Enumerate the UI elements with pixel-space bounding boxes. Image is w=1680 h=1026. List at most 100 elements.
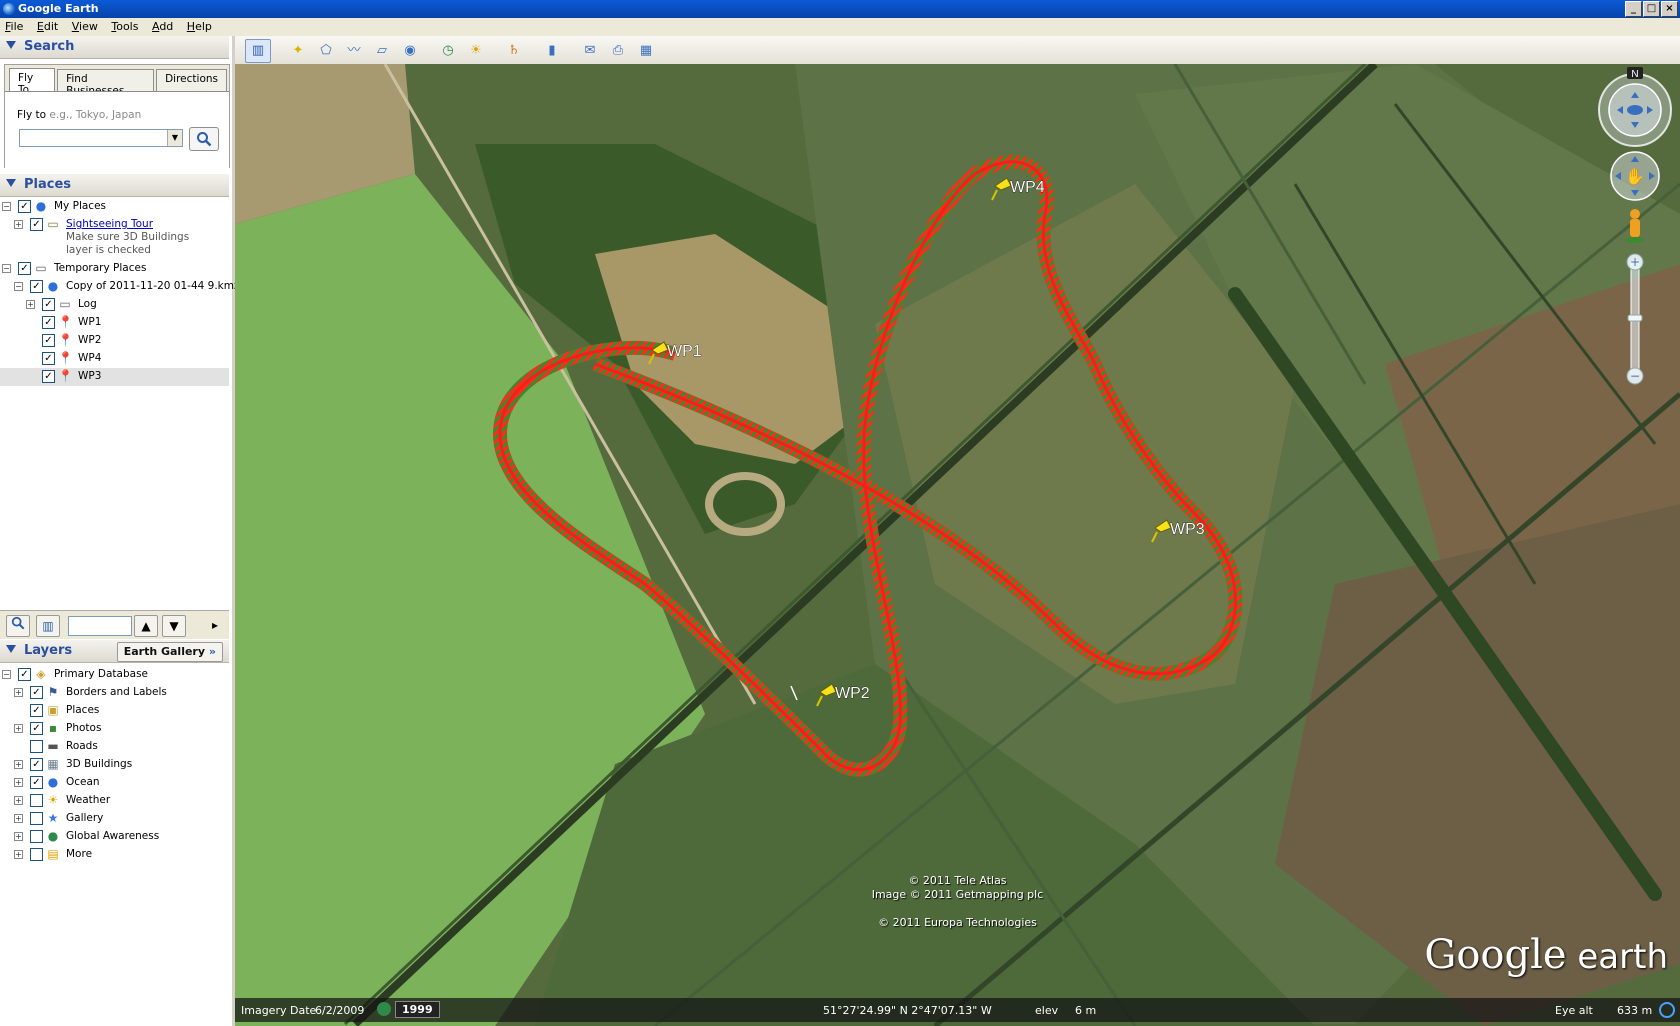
- more-arrow-button[interactable]: ▸: [206, 615, 224, 635]
- globe-icon: ●: [47, 829, 59, 843]
- toggle-panel-button[interactable]: ▥: [36, 615, 60, 637]
- print-button[interactable]: ⎙: [605, 39, 631, 63]
- sun-icon: ☀: [47, 793, 59, 807]
- add-polygon-icon: ⬠: [320, 43, 332, 58]
- search-panel-header[interactable]: Search: [0, 36, 229, 59]
- panel-icon: ▥: [42, 619, 54, 633]
- checkbox[interactable]: ✓: [42, 352, 55, 365]
- layer-photos[interactable]: + ✓ ▪ Photos: [0, 720, 229, 738]
- minimize-button[interactable]: _: [1625, 1, 1642, 17]
- checkbox[interactable]: [30, 740, 43, 753]
- checkbox[interactable]: ✓: [30, 686, 43, 699]
- fly-to-input[interactable]: ▼: [19, 129, 183, 147]
- checkbox[interactable]: ✓: [18, 200, 31, 213]
- historical-clock-icon[interactable]: [377, 1002, 391, 1016]
- maximize-button[interactable]: □: [1643, 1, 1660, 17]
- tree-item-my-places[interactable]: − ✓ ● My Places: [0, 198, 229, 216]
- record-tour-button[interactable]: ◉: [397, 39, 423, 63]
- tree-item-temporary-places[interactable]: − ✓ ▭ Temporary Places: [0, 260, 229, 278]
- search-button[interactable]: [189, 127, 219, 151]
- main-toolbar: ▥ ✦ ⬠ 〰 ▱ ◉ ◷ ☀ ♄ ▮ ✉ ⎙ ▦: [235, 36, 1680, 65]
- hide-sidebar-button[interactable]: ▥: [245, 39, 271, 63]
- add-path-button[interactable]: 〰: [341, 39, 367, 63]
- tree-item-wp4[interactable]: ✓ 📍 WP4: [0, 350, 229, 368]
- email-button[interactable]: ✉: [577, 39, 603, 63]
- tree-item-wp1[interactable]: ✓ 📍 WP1: [0, 314, 229, 332]
- checkbox[interactable]: ✓: [30, 218, 43, 231]
- layer-gallery[interactable]: + ★ Gallery: [0, 810, 229, 828]
- layer-places[interactable]: ✓ ▣ Places: [0, 702, 229, 720]
- places-panel-header[interactable]: Places: [0, 174, 229, 197]
- arrow-up-icon: ▲: [141, 619, 151, 633]
- menu-file[interactable]: File: [0, 18, 28, 33]
- globe-icon: ●: [47, 279, 59, 293]
- tree-item-sightseeing-tour[interactable]: + ✓ ▭ Sightseeing Tour Make sure 3D Buil…: [0, 216, 229, 260]
- move-joystick[interactable]: ✋: [1610, 151, 1660, 201]
- checkbox[interactable]: ✓: [30, 280, 43, 293]
- layer-borders-labels[interactable]: + ✓ ⚑ Borders and Labels: [0, 684, 229, 702]
- earth-gallery-button[interactable]: Earth Gallery »: [116, 642, 223, 662]
- waypoint-label: WP4: [1010, 179, 1045, 196]
- checkbox[interactable]: [30, 794, 43, 807]
- sunlight-button[interactable]: ☀: [463, 39, 489, 63]
- globe-icon: ●: [47, 775, 59, 789]
- layer-ocean[interactable]: + ✓ ● Ocean: [0, 774, 229, 792]
- checkbox[interactable]: ✓: [30, 776, 43, 789]
- places-filter-input[interactable]: [68, 616, 132, 636]
- menu-view[interactable]: View: [67, 18, 103, 33]
- checkbox[interactable]: ✓: [42, 334, 55, 347]
- coordinates-readout: 51°27'24.99" N 2°47'07.13" W: [823, 1004, 992, 1017]
- waypoint-label: WP3: [1170, 521, 1205, 538]
- window-title: Google Earth: [18, 2, 99, 15]
- menu-bar: File Edit View Tools Add Help: [0, 18, 1680, 36]
- checkbox[interactable]: ✓: [18, 262, 31, 275]
- layer-primary-database[interactable]: − ✓ ◈ Primary Database: [0, 666, 229, 684]
- move-up-button[interactable]: ▲: [134, 615, 158, 637]
- search-places-button[interactable]: [6, 615, 30, 637]
- menu-help[interactable]: Help: [182, 18, 217, 33]
- switch-planet-button[interactable]: ♄: [501, 39, 527, 63]
- waypoint-label: WP2: [835, 685, 870, 702]
- printer-icon: ⎙: [612, 43, 624, 58]
- menu-edit[interactable]: Edit: [32, 18, 63, 33]
- add-image-overlay-button[interactable]: ▱: [369, 39, 395, 63]
- move-down-button[interactable]: ▼: [162, 615, 186, 637]
- checkbox[interactable]: ✓: [30, 704, 43, 717]
- checkbox[interactable]: [30, 812, 43, 825]
- menu-add[interactable]: Add: [147, 18, 178, 33]
- layer-3d-buildings[interactable]: + ✓ ▦ 3D Buildings: [0, 756, 229, 774]
- zoom-thumb[interactable]: [1627, 314, 1643, 322]
- tree-item-kmz[interactable]: − ✓ ● Copy of 2011-11-20 01-44 9.kmz: [0, 278, 239, 296]
- checkbox[interactable]: ✓: [30, 722, 43, 735]
- collapse-triangle-icon: [6, 41, 16, 49]
- chevron-down-icon[interactable]: ▼: [167, 130, 182, 146]
- checkbox[interactable]: ✓: [18, 668, 31, 681]
- checkbox[interactable]: [30, 830, 43, 843]
- layer-roads[interactable]: ▬ Roads: [0, 738, 229, 756]
- layers-panel-header[interactable]: Layers Earth Gallery »: [0, 640, 229, 663]
- imagery-date-value: 6/2/2009: [315, 1004, 365, 1017]
- checkbox[interactable]: ✓: [42, 316, 55, 329]
- ruler-button[interactable]: ▮: [539, 39, 565, 63]
- photo-icon: ▪: [48, 721, 58, 735]
- layer-more[interactable]: + ▤ More: [0, 846, 229, 864]
- layers-header-label: Layers: [24, 643, 73, 658]
- view-in-maps-button[interactable]: ▦: [633, 39, 659, 63]
- menu-tools[interactable]: Tools: [106, 18, 143, 33]
- checkbox[interactable]: [30, 848, 43, 861]
- add-polygon-button[interactable]: ⬠: [313, 39, 339, 63]
- checkbox[interactable]: ✓: [42, 298, 55, 311]
- record-tour-icon: ◉: [404, 43, 416, 58]
- tree-item-log[interactable]: + ✓ ▭ Log: [0, 296, 229, 314]
- tree-item-wp3[interactable]: ✓ 📍 WP3: [0, 368, 229, 386]
- layer-weather[interactable]: + ☀ Weather: [0, 792, 229, 810]
- historical-imagery-button[interactable]: ◷: [435, 39, 461, 63]
- checkbox[interactable]: ✓: [42, 370, 55, 383]
- places-square-icon: ▣: [47, 703, 59, 717]
- tree-item-wp2[interactable]: ✓ 📍 WP2: [0, 332, 229, 350]
- layer-global-awareness[interactable]: + ● Global Awareness: [0, 828, 229, 846]
- add-placemark-button[interactable]: ✦: [285, 39, 311, 63]
- close-button[interactable]: ×: [1661, 1, 1678, 17]
- map-view[interactable]: WP1 WP2 WP3 WP4 N ✋ + − © 2011 Tele Atla…: [235, 64, 1680, 1026]
- checkbox[interactable]: ✓: [30, 758, 43, 771]
